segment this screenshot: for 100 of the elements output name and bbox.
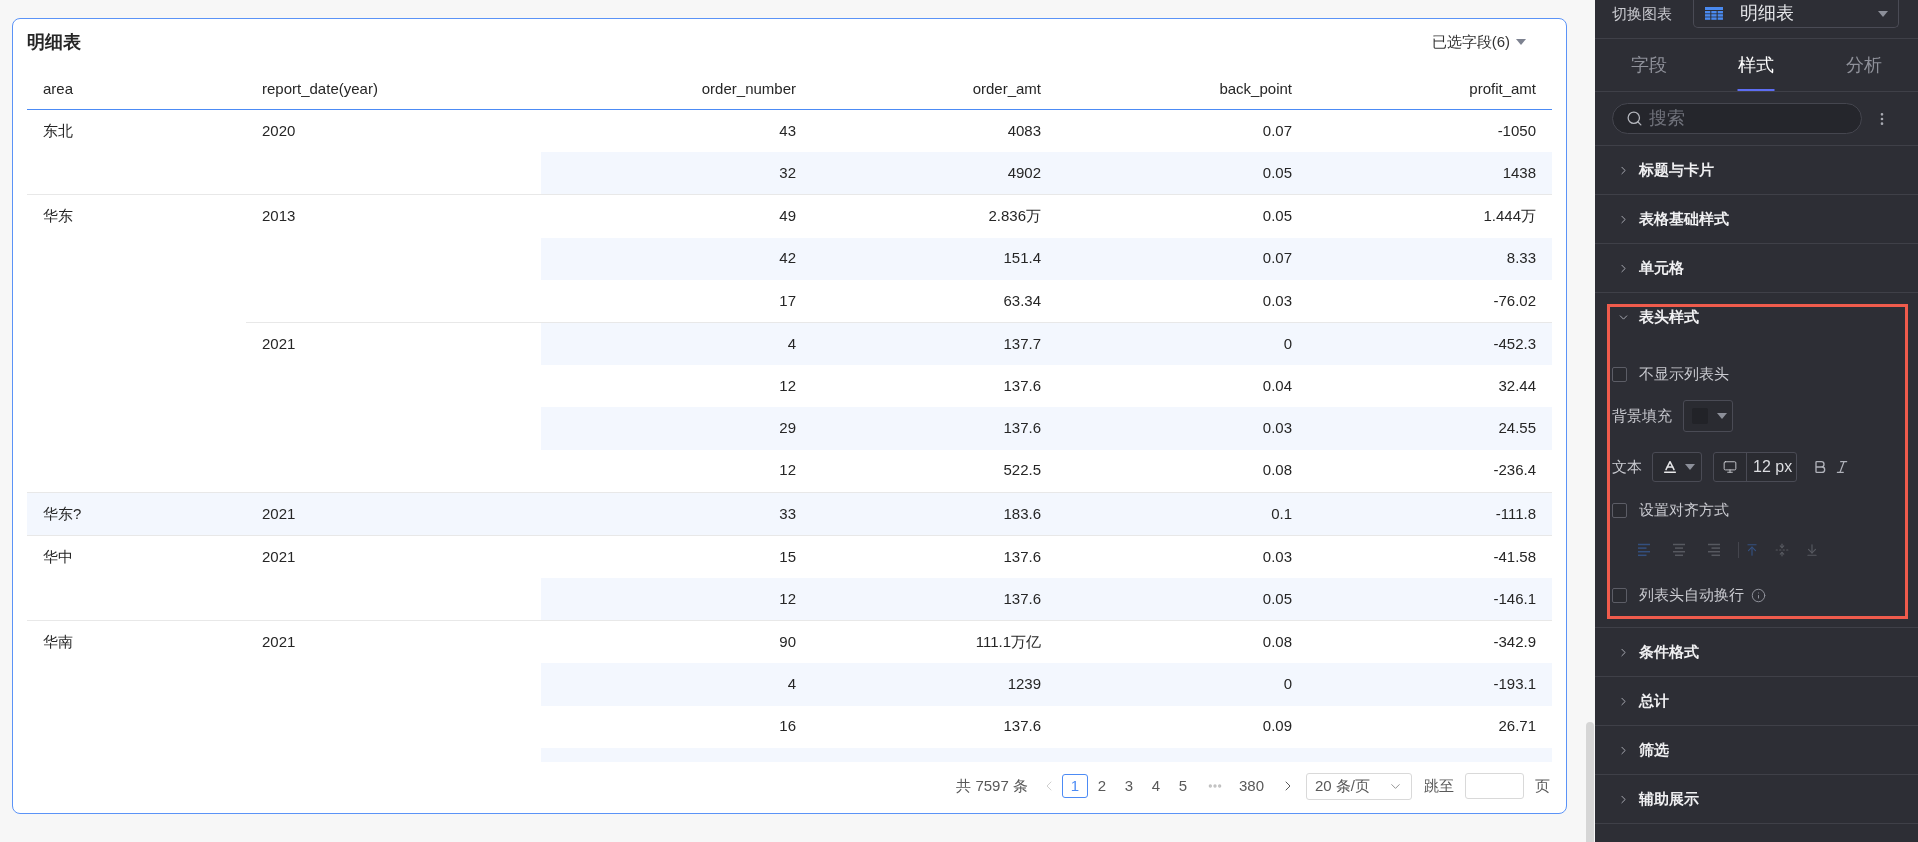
table-cell: 8.33 xyxy=(1308,237,1552,280)
caret-icon xyxy=(1878,10,1888,17)
checkbox[interactable] xyxy=(1612,587,1627,603)
column-header: area xyxy=(42,78,75,99)
page-size-select[interactable]: 20 条/页 xyxy=(1306,772,1412,800)
table-cell-text: 华南 xyxy=(42,632,74,653)
chart-switch-label: 切换图表 xyxy=(1612,3,1672,24)
page-button[interactable]: 1 xyxy=(1061,774,1088,798)
table-cell-text: 0.08 xyxy=(1261,460,1293,481)
field-label: 文本 xyxy=(1612,456,1642,477)
page-button[interactable]: 2 xyxy=(1088,774,1115,798)
caret-icon xyxy=(1717,413,1727,419)
italic-icon[interactable] xyxy=(1834,459,1850,475)
table-cell-text: -236.4 xyxy=(1492,460,1537,481)
page-jump-input[interactable] xyxy=(1465,773,1524,799)
section-header[interactable]: 表头样式 xyxy=(1612,307,1903,327)
table-cell-text: 0.05 xyxy=(1261,206,1293,227)
bold-icon[interactable] xyxy=(1812,459,1828,475)
tab[interactable]: 字段 xyxy=(1595,39,1703,91)
table-cell: 42 xyxy=(541,237,812,280)
page-button[interactable]: 4 xyxy=(1142,774,1169,798)
table-cell-text: 522.5 xyxy=(1002,460,1042,481)
table-cell: -146.1 xyxy=(1308,578,1552,621)
table-cell-text: 111.1万亿 xyxy=(974,632,1042,653)
caret-icon xyxy=(1516,39,1526,45)
table-cell-text: 2021 xyxy=(261,546,297,567)
table-cell-text: 137.6 xyxy=(1002,716,1042,737)
section-header[interactable]: 总计 xyxy=(1595,677,1918,725)
field-label: 背景填充 xyxy=(1612,405,1672,426)
section-header[interactable]: 表格基础样式 xyxy=(1595,195,1918,243)
table-cell: 4 xyxy=(541,322,812,366)
table-cell: 151.4 xyxy=(812,237,1057,280)
table-cell-text: 43 xyxy=(778,120,797,141)
table-icon xyxy=(1705,7,1723,20)
table-cell: 0 xyxy=(1057,663,1308,706)
font-color-icon xyxy=(1662,459,1678,475)
section-header[interactable]: 单元格 xyxy=(1595,244,1918,292)
column-header: order_number xyxy=(700,78,797,99)
column-header: order_amt xyxy=(971,78,1042,99)
table-cell-text: 2021 xyxy=(261,632,297,653)
table-cell-text: 12 xyxy=(778,375,797,396)
table-cell-text: 4083 xyxy=(1006,120,1042,141)
table-cell: 2021 xyxy=(246,492,541,535)
table-cell-text: 15 xyxy=(778,546,797,567)
caret-icon xyxy=(1685,464,1695,470)
table-cell: 32 xyxy=(541,152,812,195)
total-count: 共 7597 条 xyxy=(956,775,1028,796)
background-color-picker[interactable] xyxy=(1683,400,1733,432)
tab[interactable]: 分析 xyxy=(1810,39,1918,91)
table-cell-text: 49 xyxy=(778,206,797,227)
page-button[interactable]: 3 xyxy=(1115,774,1142,798)
page-button[interactable]: 5 xyxy=(1169,774,1196,798)
table-cell-text: 2.836万 xyxy=(987,206,1042,227)
checkbox-label: 不显示列表头 xyxy=(1639,363,1729,384)
table-cell-text: 90 xyxy=(778,632,797,653)
chart-type-select[interactable]: 明细表 xyxy=(1693,0,1899,28)
table-cell: 183.6 xyxy=(812,492,1057,535)
page-button[interactable]: 380 xyxy=(1233,774,1269,798)
table-cell: 24.55 xyxy=(1308,407,1552,450)
field-picker-button[interactable]: 已选字段(6) xyxy=(1431,30,1526,54)
column-header: report_date(year) xyxy=(261,78,379,99)
table-cell: 137.7 xyxy=(812,322,1057,366)
card-title: 明细表 xyxy=(27,30,81,54)
table-cell-text: 华中 xyxy=(42,546,74,567)
table-cell: -111.8 xyxy=(1308,492,1552,535)
table-cell-text: -41.58 xyxy=(1492,546,1537,567)
table-cell-text: 12 xyxy=(778,460,797,481)
table-cell: 0.05 xyxy=(1057,152,1308,195)
table-cell: 1239 xyxy=(812,663,1057,706)
section-header[interactable]: 筛选 xyxy=(1595,726,1918,774)
table-cell-text: 2021 xyxy=(261,333,297,354)
checkbox-label: 列表头自动换行 xyxy=(1639,584,1744,605)
scrollbar-thumb[interactable] xyxy=(1586,722,1594,842)
table-cell-text: 32.44 xyxy=(1497,375,1537,396)
table-cell-text: 0.04 xyxy=(1261,375,1293,396)
table-cell-text: 2020 xyxy=(261,120,297,141)
font-color-picker[interactable] xyxy=(1652,452,1702,482)
table-cell-text: 63.34 xyxy=(1002,290,1042,311)
table-cell: 4 xyxy=(541,663,812,706)
table-cell-text: 0.09 xyxy=(1261,716,1293,737)
section-header[interactable]: 条件格式 xyxy=(1595,628,1918,676)
section-header[interactable]: 标题与卡片 xyxy=(1595,146,1918,194)
checkbox-label: 设置对齐方式 xyxy=(1639,499,1729,520)
table-cell: 0.05 xyxy=(1057,578,1308,621)
table-cell: -193.1 xyxy=(1308,663,1552,706)
table-cell: 0.03 xyxy=(1057,407,1308,450)
table-cell-text: 0.03 xyxy=(1261,290,1293,311)
font-size-input[interactable]: 12 px xyxy=(1713,452,1797,482)
section-header[interactable]: 辅助展示 xyxy=(1595,775,1918,823)
jump-label: 跳至 xyxy=(1424,775,1454,796)
checkbox[interactable] xyxy=(1612,502,1627,518)
info-icon xyxy=(1751,587,1766,603)
table-cell-text: -342.9 xyxy=(1492,632,1537,653)
search-field[interactable]: 搜索 xyxy=(1612,103,1862,134)
table-cell-text: 26.71 xyxy=(1497,716,1537,737)
table-cell-text: 16 xyxy=(778,716,797,737)
table-cell-text: 1.444万 xyxy=(1482,206,1537,227)
tab[interactable]: 样式 xyxy=(1702,39,1811,91)
checkbox[interactable] xyxy=(1612,366,1627,382)
table-cell: 137.6 xyxy=(812,407,1057,450)
